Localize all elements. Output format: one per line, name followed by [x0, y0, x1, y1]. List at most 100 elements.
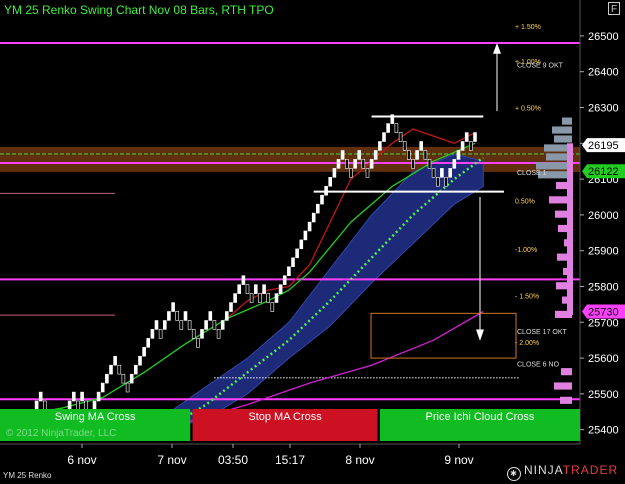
renko-brick — [357, 150, 362, 160]
renko-brick — [109, 364, 113, 375]
renko-brick — [171, 302, 175, 312]
renko-brick — [142, 346, 146, 357]
ninja-logo-icon: ✱ — [507, 467, 521, 481]
renko-brick — [245, 284, 250, 294]
chart-title: YM 25 Renko Swing Chart Nov 08 Bars, RTH… — [4, 3, 274, 17]
renko-brick — [320, 194, 324, 205]
logo-suffix: TRADER — [562, 463, 619, 477]
renko-brick — [415, 150, 419, 160]
renko-brick — [303, 230, 308, 241]
renko-brick — [154, 320, 159, 330]
renko-brick — [42, 400, 47, 411]
renko-brick — [254, 284, 258, 294]
renko-brick — [369, 159, 374, 169]
renko-brick — [258, 293, 262, 303]
renko-brick — [291, 257, 295, 267]
renko-brick — [295, 248, 299, 259]
renko-brick — [67, 400, 72, 411]
renko-brick — [386, 123, 390, 133]
down-arrow-head — [476, 329, 484, 341]
renko-brick — [233, 293, 237, 303]
renko-brick — [427, 159, 432, 169]
x-tick-label: 8 nov — [345, 453, 374, 467]
renko-brick — [299, 239, 304, 250]
renko-brick — [208, 311, 213, 321]
y-tick-label: 25500 — [588, 389, 619, 401]
renko-brick — [76, 400, 80, 411]
percent-label: + 1.50% — [515, 24, 541, 31]
renko-brick — [249, 293, 254, 303]
renko-brick — [225, 311, 229, 321]
renko-brick — [423, 150, 428, 160]
renko-brick — [440, 168, 444, 178]
ichimoku-cloud — [164, 153, 484, 431]
renko-brick — [448, 168, 453, 178]
y-tick-label: 25800 — [588, 281, 619, 293]
renko-brick — [349, 168, 353, 178]
renko-brick — [452, 159, 457, 169]
ninjatrader-logo: ✱ NINJATRADER — [507, 463, 618, 481]
renko-brick — [270, 302, 275, 312]
price-zone-band — [0, 146, 580, 172]
renko-brick — [121, 373, 126, 384]
renko-brick — [344, 159, 349, 169]
renko-brick — [431, 168, 436, 178]
logo-prefix: NINJA — [524, 463, 563, 477]
renko-brick — [129, 373, 134, 384]
instrument-label: YM 25 Renko — [3, 471, 52, 480]
renko-brick — [175, 311, 179, 321]
renko-brick — [187, 320, 192, 330]
renko-brick — [274, 293, 279, 303]
renko-brick — [38, 391, 43, 402]
renko-brick — [328, 177, 333, 187]
up-arrow-head — [493, 43, 501, 54]
renko-brick — [365, 168, 370, 178]
profile-bar-gray — [552, 126, 572, 134]
renko-brick — [419, 141, 424, 151]
renko-brick — [382, 132, 386, 142]
y-tick-label: 26500 — [588, 31, 619, 43]
renko-brick — [138, 355, 142, 366]
profile-bar-gray — [562, 117, 572, 125]
x-tick-label: 9 nov — [444, 453, 473, 467]
renko-brick — [332, 168, 337, 178]
profile-bar-pink — [560, 396, 572, 404]
percent-label: 0.50% — [515, 199, 535, 206]
renko-brick — [196, 338, 200, 348]
signal-bar-label: Price Ichi Cloud Cross — [426, 411, 535, 423]
renko-brick — [80, 391, 84, 402]
percent-label: - 1.50% — [515, 293, 539, 300]
renko-brick — [105, 373, 109, 384]
close-label: CLOSE 1 — [517, 170, 547, 177]
renko-brick — [100, 382, 105, 393]
renko-brick — [373, 150, 378, 160]
renko-brick — [204, 320, 208, 330]
f-button[interactable]: F — [608, 2, 620, 15]
renko-brick — [158, 329, 163, 339]
renko-brick — [150, 329, 155, 339]
renko-brick — [266, 293, 271, 303]
renko-brick — [237, 284, 241, 294]
profile-bar-gray — [536, 162, 572, 170]
renko-brick — [456, 150, 461, 160]
renko-brick — [394, 123, 399, 133]
profile-spine — [567, 143, 573, 316]
renko-brick — [340, 150, 345, 160]
renko-brick — [402, 141, 407, 151]
renko-brick — [134, 364, 138, 375]
profile-bar-pink — [561, 368, 572, 376]
price-tag-label: 26122 — [588, 166, 619, 178]
renko-brick — [311, 212, 316, 223]
renko-brick — [96, 391, 101, 402]
renko-brick — [411, 159, 415, 169]
renko-brick — [406, 150, 411, 160]
percent-label: + 0.50% — [515, 105, 541, 112]
renko-brick — [262, 284, 266, 294]
signal-bar-label: Stop MA Cross — [248, 411, 322, 423]
x-tick-label: 03:50 — [218, 453, 248, 467]
renko-brick — [315, 203, 320, 214]
percent-label: -1.00% — [515, 247, 537, 254]
renko-brick — [146, 338, 150, 348]
profile-bar-gray — [554, 135, 572, 143]
renko-brick — [361, 159, 366, 169]
